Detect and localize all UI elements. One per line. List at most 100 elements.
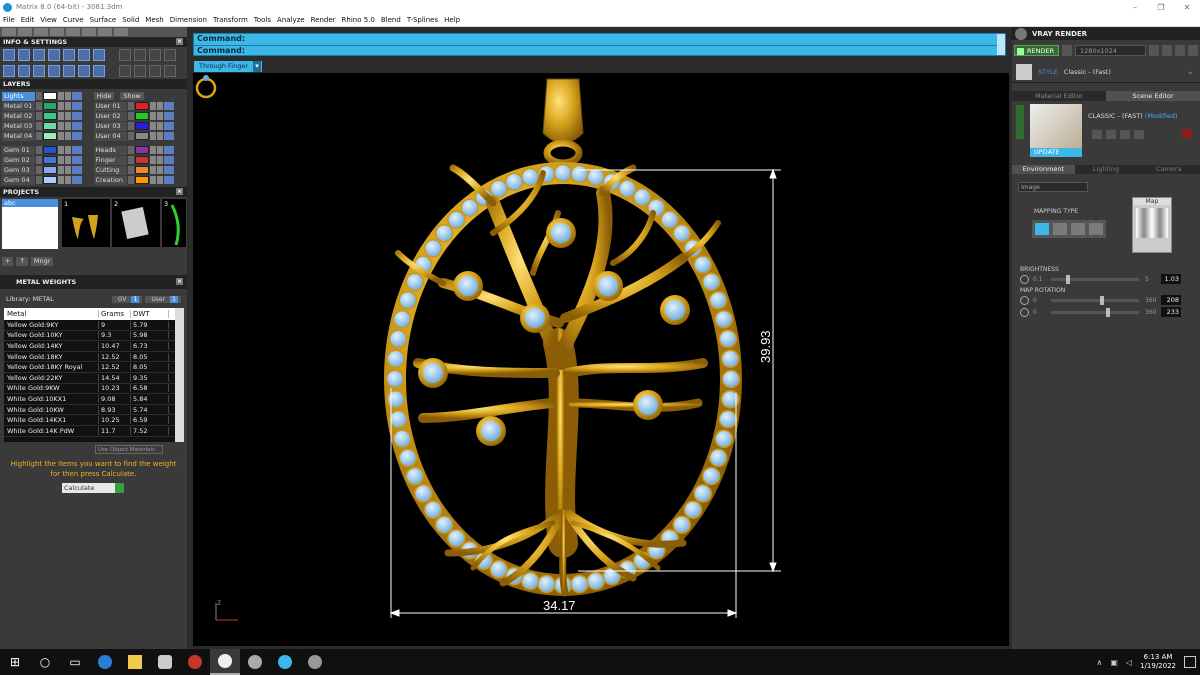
tool-icon[interactable]: [2, 28, 16, 36]
show-button[interactable]: Show: [120, 92, 144, 100]
paint-icon[interactable]: [150, 649, 180, 675]
visibility-icon[interactable]: [65, 176, 71, 184]
project-thumb[interactable]: 1: [62, 199, 110, 247]
rotation-horizontal-slider[interactable]: 0 360 208: [1012, 294, 1200, 306]
command-input[interactable]: Command:: [194, 44, 1005, 56]
menu-edit[interactable]: Edit: [18, 16, 38, 24]
table-row[interactable]: Yellow Gold:18KY Royal 12.52 8.05: [4, 362, 184, 373]
layer-name[interactable]: Creation: [93, 175, 127, 185]
layer-material-icon[interactable]: [72, 102, 82, 110]
resolution-field[interactable]: 1280x1024: [1075, 45, 1147, 56]
table-row[interactable]: White Gold:10KX1 9.08 5.84: [4, 394, 184, 405]
settings-icon[interactable]: [3, 49, 15, 61]
box-icon[interactable]: [48, 65, 60, 77]
lock-icon[interactable]: [149, 166, 156, 174]
tab-material-editor[interactable]: Material Editor: [1012, 91, 1106, 101]
menu-render[interactable]: Render: [308, 16, 339, 24]
layer-material-icon[interactable]: [163, 156, 174, 164]
layer-material-icon[interactable]: [72, 156, 82, 164]
table-row[interactable]: Yellow Gold:9KY 9 5.79: [4, 320, 184, 331]
lock-icon[interactable]: [58, 122, 64, 130]
mapping-planar-icon[interactable]: [1035, 223, 1049, 235]
tool-icon[interactable]: [149, 65, 161, 77]
table-row[interactable]: White Gold:9KW 10.23 6.58: [4, 384, 184, 395]
layer-material-icon[interactable]: [72, 132, 82, 140]
lock-icon[interactable]: [58, 112, 64, 120]
tool-icon[interactable]: [149, 49, 161, 61]
expand-icon[interactable]: [36, 176, 42, 184]
expand-icon[interactable]: [36, 156, 42, 164]
visibility-icon[interactable]: [156, 166, 163, 174]
rewind-icon[interactable]: [1149, 45, 1160, 56]
layer-color-swatch[interactable]: [134, 176, 149, 184]
tool-icon[interactable]: [34, 28, 48, 36]
brightness-slider[interactable]: 0.1 5 1.03: [1012, 273, 1200, 285]
mapping-cube-icon[interactable]: [1053, 223, 1067, 235]
layer-name[interactable]: Metal 02: [2, 111, 35, 121]
visibility-icon[interactable]: [65, 156, 71, 164]
visibility-icon[interactable]: [156, 112, 163, 120]
command-bar[interactable]: Command: Command:: [193, 33, 1006, 56]
add-project-button[interactable]: +: [2, 257, 14, 266]
red-app-icon[interactable]: [180, 649, 210, 675]
expand-icon[interactable]: [127, 102, 134, 110]
tool-icon[interactable]: [134, 49, 146, 61]
visibility-icon[interactable]: [65, 122, 71, 130]
expand-icon[interactable]: [36, 166, 42, 174]
start-button[interactable]: ⊞: [0, 649, 30, 675]
layer-material-icon[interactable]: [163, 132, 174, 140]
layer-color-swatch[interactable]: [134, 156, 149, 164]
expand-icon[interactable]: [127, 132, 134, 140]
tool-icon[interactable]: [114, 28, 128, 36]
project-list[interactable]: abc: [2, 199, 58, 249]
tab-scene-editor[interactable]: Scene Editor: [1106, 91, 1200, 101]
search-icon[interactable]: [18, 49, 30, 61]
layer-name[interactable]: User 03: [93, 121, 127, 131]
visibility-icon[interactable]: [156, 132, 163, 140]
visibility-icon[interactable]: [156, 176, 163, 184]
preview-icon[interactable]: [1162, 45, 1173, 56]
lock-icon[interactable]: [149, 146, 156, 154]
layer-name[interactable]: Metal 03: [2, 121, 35, 131]
sparkle-icon[interactable]: [78, 65, 90, 77]
gv-toggle[interactable]: GV 1: [111, 295, 143, 303]
table-row[interactable]: Yellow Gold:22KY 14.54 9.35: [4, 373, 184, 384]
layer-material-icon[interactable]: [72, 122, 82, 130]
tab-camera[interactable]: Camera: [1137, 165, 1200, 174]
menu-mesh[interactable]: Mesh: [142, 16, 166, 24]
menu-analyze[interactable]: Analyze: [274, 16, 308, 24]
visibility-icon[interactable]: [156, 146, 163, 154]
table-row[interactable]: Yellow Gold:18KY 12.52 8.05: [4, 352, 184, 363]
lock-icon[interactable]: [58, 176, 64, 184]
layer-material-icon[interactable]: [163, 146, 174, 154]
expand-icon[interactable]: [127, 112, 134, 120]
layer-color-swatch[interactable]: [134, 132, 149, 140]
layer-material-icon[interactable]: [72, 146, 82, 154]
layer-material-icon[interactable]: [163, 122, 174, 130]
project-item-selected[interactable]: abc: [2, 199, 58, 207]
expand-icon[interactable]: [36, 132, 42, 140]
expand-icon[interactable]: [127, 146, 134, 154]
lock-icon[interactable]: [58, 92, 64, 100]
cube-icon[interactable]: [33, 65, 45, 77]
layer-material-icon[interactable]: [72, 166, 82, 174]
layer-material-icon[interactable]: [72, 176, 82, 184]
view-icon[interactable]: [48, 49, 60, 61]
rotation-vertical-slider[interactable]: 0 360 233: [1012, 306, 1200, 318]
use-object-materials-field[interactable]: Use Object Materials: [95, 445, 163, 454]
up-project-button[interactable]: ↑: [16, 257, 28, 266]
visibility-icon[interactable]: [65, 92, 71, 100]
menu-rhino[interactable]: Rhino 5.0: [339, 16, 378, 24]
environment-map-preview[interactable]: Map: [1132, 197, 1172, 253]
bird-app-icon[interactable]: [300, 649, 330, 675]
tool-icon[interactable]: [50, 28, 64, 36]
visibility-icon[interactable]: [65, 112, 71, 120]
save-icon[interactable]: [1092, 130, 1102, 139]
menu-surface[interactable]: Surface: [87, 16, 120, 24]
layer-color-swatch[interactable]: [134, 112, 149, 120]
layer-name[interactable]: User 02: [93, 111, 127, 121]
close-icon[interactable]: ×: [176, 188, 183, 195]
layer-name[interactable]: Metal 04: [2, 131, 35, 141]
project-thumb[interactable]: 2: [112, 199, 160, 247]
tool-icon[interactable]: [119, 49, 131, 61]
